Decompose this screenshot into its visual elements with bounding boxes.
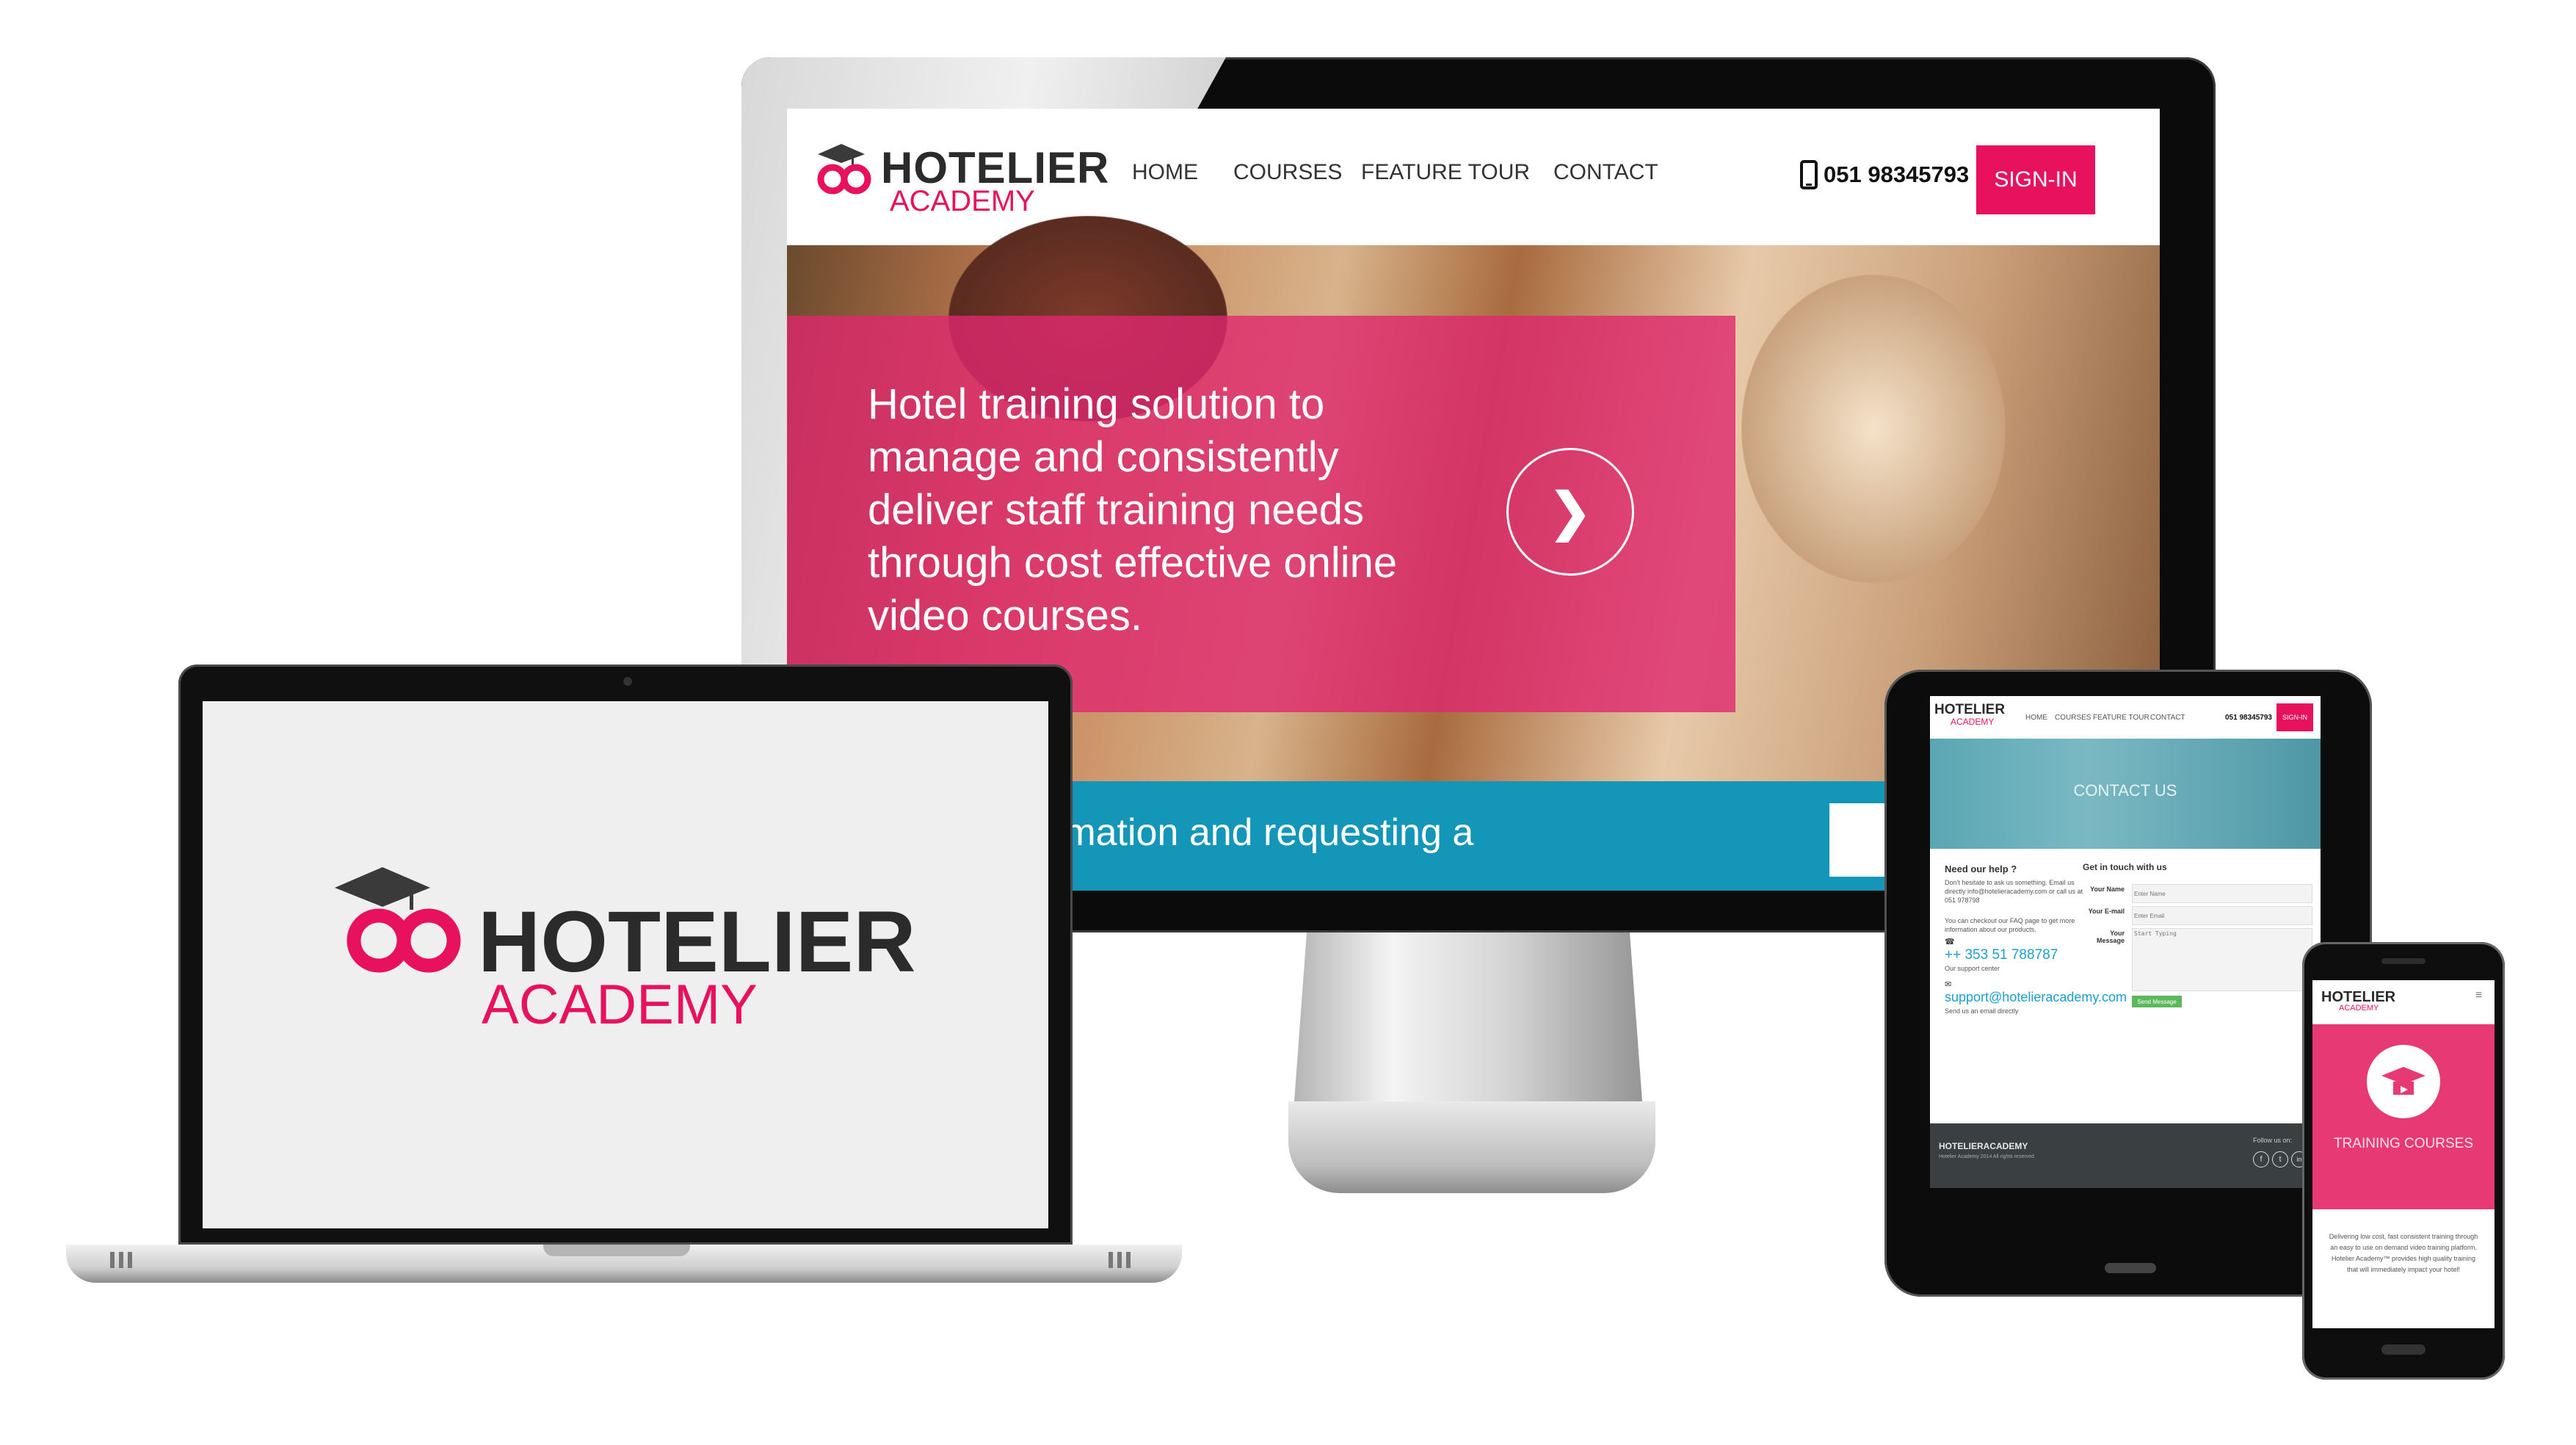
nav-feature-tour[interactable]: FEATURE TOUR bbox=[1361, 160, 1530, 185]
cta-strip-text: rmation and requesting a bbox=[1051, 811, 1474, 854]
tablet-name-input[interactable] bbox=[2132, 884, 2312, 903]
phone-speaker bbox=[2381, 958, 2426, 964]
tablet-footer-copyright: Hotelier Academy 2014 All rights reserve… bbox=[1939, 1154, 2034, 1159]
laptop-screen: HOTELIER ACADEMY bbox=[203, 701, 1048, 1228]
laptop-vent bbox=[119, 1252, 123, 1268]
nav-home[interactable]: HOME bbox=[1132, 160, 1198, 185]
tablet-label-name: Your Name bbox=[2090, 886, 2125, 893]
tablet-nav-feature-tour[interactable]: FEATURE TOUR bbox=[2093, 714, 2149, 722]
tablet-message-input[interactable] bbox=[2132, 928, 2312, 991]
laptop-vent bbox=[1126, 1252, 1131, 1268]
hamburger-menu-icon[interactable]: ≡ bbox=[2475, 989, 2482, 1002]
tablet-email-input[interactable] bbox=[2132, 906, 2312, 925]
tablet-banner-title: CONTACT US bbox=[2073, 781, 2177, 800]
tablet-signin-button[interactable]: SIGN-IN bbox=[2276, 703, 2313, 731]
tablet-footer-logo: HOTELIERACADEMY bbox=[1939, 1141, 2028, 1151]
phone-hero: TRAINING COURSES bbox=[2312, 1024, 2495, 1209]
tablet-help-title: Need our help ? bbox=[1945, 863, 2017, 874]
tablet-contact-banner: CONTACT US bbox=[1930, 739, 2321, 849]
phone-home-button[interactable] bbox=[2381, 1344, 2426, 1355]
hero-next-button[interactable]: ❯ bbox=[1506, 448, 1634, 576]
laptop-logo-submark: ACADEMY bbox=[482, 974, 758, 1036]
tablet-label-message: Your Message bbox=[2096, 930, 2125, 944]
tablet-support-phone[interactable]: ++ 353 51 788787 bbox=[1945, 947, 2058, 963]
tablet-header: HOTELIER ACADEMY HOME COURSES FEATURE TO… bbox=[1930, 696, 2321, 739]
laptop-vent bbox=[110, 1252, 115, 1268]
facebook-icon[interactable]: f bbox=[2253, 1151, 2269, 1167]
header-phone-number[interactable]: 051 98345793 bbox=[1824, 162, 1969, 188]
tablet-phone-number[interactable]: 051 98345793 bbox=[2225, 714, 2272, 722]
tablet-screen: HOTELIER ACADEMY HOME COURSES FEATURE TO… bbox=[1930, 696, 2321, 1188]
smartphone-screen: HOTELIER ACADEMY ≡ TRAINING COURSES Deli… bbox=[2312, 980, 2495, 1328]
laptop-vent bbox=[1117, 1252, 1122, 1268]
chevron-right-icon: ❯ bbox=[1548, 483, 1592, 540]
hero-headline: Hotel training solution to manage and co… bbox=[868, 380, 1398, 640]
hero-photo-detail bbox=[1741, 275, 2006, 583]
graduation-cap-icon bbox=[2381, 1067, 2426, 1095]
tablet-send-button[interactable]: Send Message bbox=[2132, 996, 2182, 1007]
tablet-logo-sub: ACADEMY bbox=[1951, 717, 1995, 727]
tablet-support-email[interactable]: support@hotelieracademy.com bbox=[1945, 990, 2127, 1005]
tablet-support-email-caption: Send us an email directly bbox=[1945, 1007, 2019, 1015]
logo-submark: ACADEMY bbox=[890, 185, 1035, 217]
nav-courses[interactable]: COURSES bbox=[1233, 160, 1342, 185]
laptop-vent bbox=[128, 1252, 132, 1268]
phone-icon bbox=[1800, 160, 1818, 189]
site-logo[interactable]: HOTELIER ACADEMY bbox=[808, 125, 1116, 220]
tablet-label-email: Your E-mail bbox=[2088, 908, 2125, 915]
hero-overlay: Hotel training solution to manage and co… bbox=[787, 316, 1735, 712]
laptop-notch bbox=[543, 1245, 690, 1256]
phone-logo-sub: ACADEMY bbox=[2339, 1004, 2379, 1013]
logo-infinity-cap-icon bbox=[817, 144, 871, 195]
tablet-footer: HOTELIERACADEMY Hotelier Academy 2014 Al… bbox=[1930, 1123, 2321, 1188]
tablet-nav-contact[interactable]: CONTACT bbox=[2150, 714, 2185, 722]
tablet-follow-label: Follow us on: bbox=[2253, 1137, 2293, 1144]
phone-icon: ☎ bbox=[1945, 938, 1955, 946]
laptop-vent bbox=[1109, 1252, 1113, 1268]
logo-infinity-cap-icon bbox=[335, 867, 461, 973]
tablet-support-phone-caption: Our support center bbox=[1945, 965, 2000, 972]
tablet-nav-courses[interactable]: COURSES bbox=[2055, 714, 2091, 722]
laptop-camera bbox=[623, 677, 632, 686]
tablet-home-button[interactable] bbox=[2105, 1263, 2156, 1273]
mail-icon: ✉ bbox=[1945, 980, 1952, 989]
twitter-icon[interactable]: t bbox=[2272, 1151, 2288, 1167]
signin-button[interactable]: SIGN-IN bbox=[1976, 145, 2095, 214]
phone-body-text: Delivering low cost, fast consistent tra… bbox=[2329, 1233, 2478, 1273]
tablet: HOTELIER ACADEMY HOME COURSES FEATURE TO… bbox=[1884, 670, 2372, 1297]
site-header: HOTELIER ACADEMY HOME COURSES FEATURE TO… bbox=[787, 109, 2160, 245]
smartphone: HOTELIER ACADEMY ≡ TRAINING COURSES Deli… bbox=[2302, 942, 2505, 1380]
tablet-form-title: Get in touch with us bbox=[2083, 862, 2167, 872]
laptop-base bbox=[66, 1245, 1182, 1283]
monitor-stand-base bbox=[1288, 1101, 1655, 1193]
phone-course-circle bbox=[2367, 1045, 2440, 1118]
laptop-logo: HOTELIER ACADEMY bbox=[327, 855, 929, 1036]
laptop: HOTELIER ACADEMY bbox=[178, 664, 1073, 1245]
tablet-logo[interactable]: HOTELIER bbox=[1934, 702, 2005, 718]
tablet-faq-text: You can checkout our FAQ page to get mor… bbox=[1945, 917, 2075, 933]
tablet-help-text: Don't hesitate to ask us something. Emai… bbox=[1945, 879, 2083, 904]
tablet-nav-home[interactable]: HOME bbox=[2025, 714, 2047, 722]
phone-hero-title: TRAINING COURSES bbox=[2333, 1136, 2474, 1151]
nav-contact[interactable]: CONTACT bbox=[1553, 160, 1658, 185]
